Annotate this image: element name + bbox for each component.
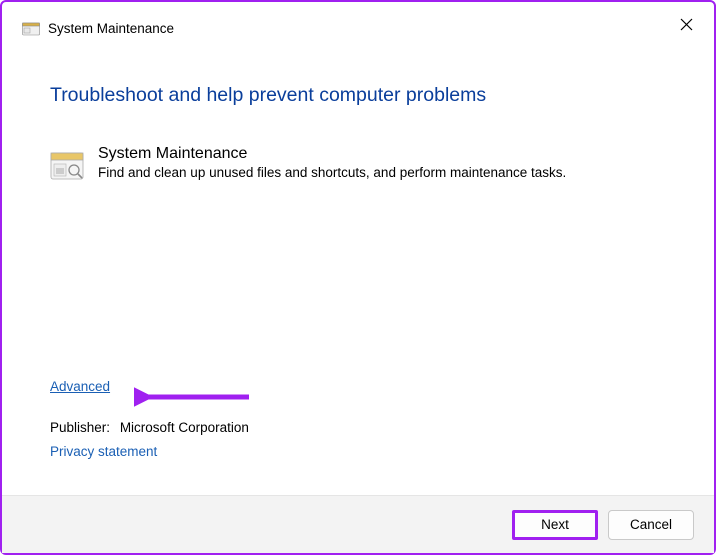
close-button[interactable] [676,14,696,34]
advanced-link[interactable]: Advanced [50,379,110,394]
system-maintenance-icon [50,147,84,181]
publisher-value: Microsoft Corporation [120,420,249,435]
close-icon [680,18,693,31]
content-area: Troubleshoot and help prevent computer p… [2,36,714,181]
next-button[interactable]: Next [512,510,598,540]
troubleshooter-name: System Maintenance [98,145,566,163]
page-heading: Troubleshoot and help prevent computer p… [50,84,666,107]
window-title: System Maintenance [48,21,174,36]
publisher-label: Publisher: [50,420,110,435]
publisher-info: Publisher: Microsoft Corporation [50,420,666,435]
troubleshooter-description: Find and clean up unused files and short… [98,165,566,180]
dialog-footer: Next Cancel [2,495,714,553]
cancel-button[interactable]: Cancel [608,510,694,540]
troubleshooter-text: System Maintenance Find and clean up unu… [98,145,566,180]
system-maintenance-small-icon [22,20,40,36]
window-header: System Maintenance [2,2,714,36]
troubleshooter-item: System Maintenance Find and clean up unu… [50,145,666,181]
privacy-statement-link[interactable]: Privacy statement [50,444,157,459]
